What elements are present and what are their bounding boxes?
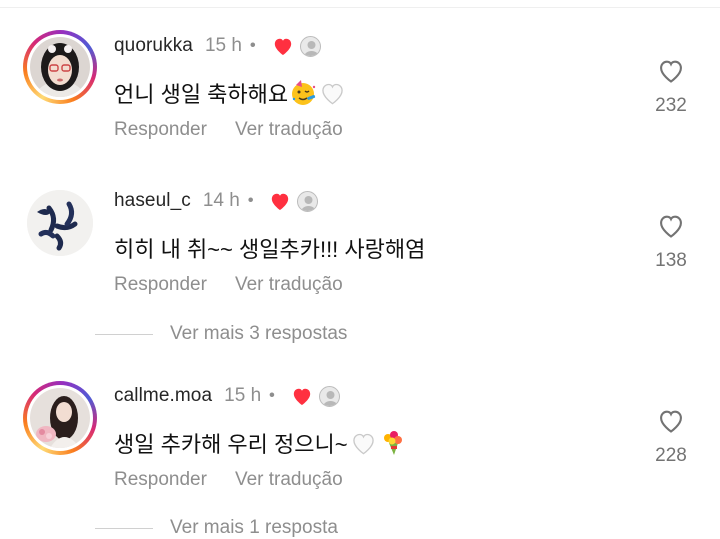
username[interactable]: callme.moa (114, 385, 212, 407)
reply-button[interactable]: Responder (114, 469, 207, 491)
view-more-replies-label[interactable]: Ver mais 3 respostas (170, 323, 347, 345)
white-heart-icon (319, 81, 346, 112)
translate-button[interactable]: Ver tradução (235, 119, 343, 141)
view-more-replies[interactable]: Ver mais 3 respostas (95, 323, 347, 345)
comment-time: 15 h (204, 35, 242, 56)
comment-meta: haseul_c 14 h • (114, 187, 319, 215)
separator-dot: • (269, 387, 275, 404)
comment-actions: Responder Ver tradução (114, 469, 343, 491)
view-more-replies[interactable]: Ver mais 1 resposta (95, 517, 338, 539)
bouquet-icon (379, 429, 406, 462)
username[interactable]: haseul_c (114, 190, 191, 212)
comment-meta: callme.moa 15 h • (114, 382, 340, 410)
like-count: 228 (655, 445, 687, 466)
reply-button[interactable]: Responder (114, 274, 207, 296)
heart-filled-icon (291, 386, 313, 406)
divider-line (95, 527, 153, 529)
creator-avatar (318, 385, 340, 407)
creator-avatar (299, 35, 321, 57)
comment-meta: quorukka 15 h • (114, 32, 321, 60)
comment-actions: Responder Ver tradução (114, 274, 343, 296)
view-more-replies-label[interactable]: Ver mais 1 resposta (170, 517, 338, 539)
top-divider (0, 7, 720, 8)
creator-avatar (297, 190, 319, 212)
heart-outline-icon[interactable] (657, 58, 685, 89)
like-count: 138 (655, 250, 687, 271)
avatar[interactable] (23, 30, 97, 104)
partying-face-icon (290, 79, 317, 112)
comment-text: 생일 추카해 우리 정으니~ (114, 427, 406, 462)
comment-text: 히히 내 취~~ 생일추카!!! 사랑해염 (114, 237, 426, 262)
like-control: 228 (646, 408, 696, 467)
comment-actions: Responder Ver tradução (114, 119, 343, 141)
comment-time: 15 h (224, 385, 262, 406)
like-control: 232 (646, 58, 696, 117)
comment-time: 14 h (202, 190, 240, 211)
comment-text: 언니 생일 축하해요 (114, 77, 346, 112)
avatar[interactable] (23, 381, 97, 455)
heart-outline-icon[interactable] (657, 213, 685, 244)
heart-filled-icon (272, 36, 294, 56)
divider-line (95, 333, 153, 335)
like-count: 232 (655, 95, 687, 116)
heart-filled-icon (269, 191, 291, 211)
translate-button[interactable]: Ver tradução (235, 274, 343, 296)
separator-dot: • (247, 192, 254, 209)
white-heart-icon (350, 431, 377, 462)
username[interactable]: quorukka (114, 35, 193, 57)
like-control: 138 (646, 213, 696, 272)
separator-dot: • (249, 37, 256, 54)
heart-outline-icon[interactable] (657, 408, 685, 439)
reply-button[interactable]: Responder (114, 119, 207, 141)
avatar[interactable] (23, 186, 97, 260)
translate-button[interactable]: Ver tradução (235, 469, 343, 491)
